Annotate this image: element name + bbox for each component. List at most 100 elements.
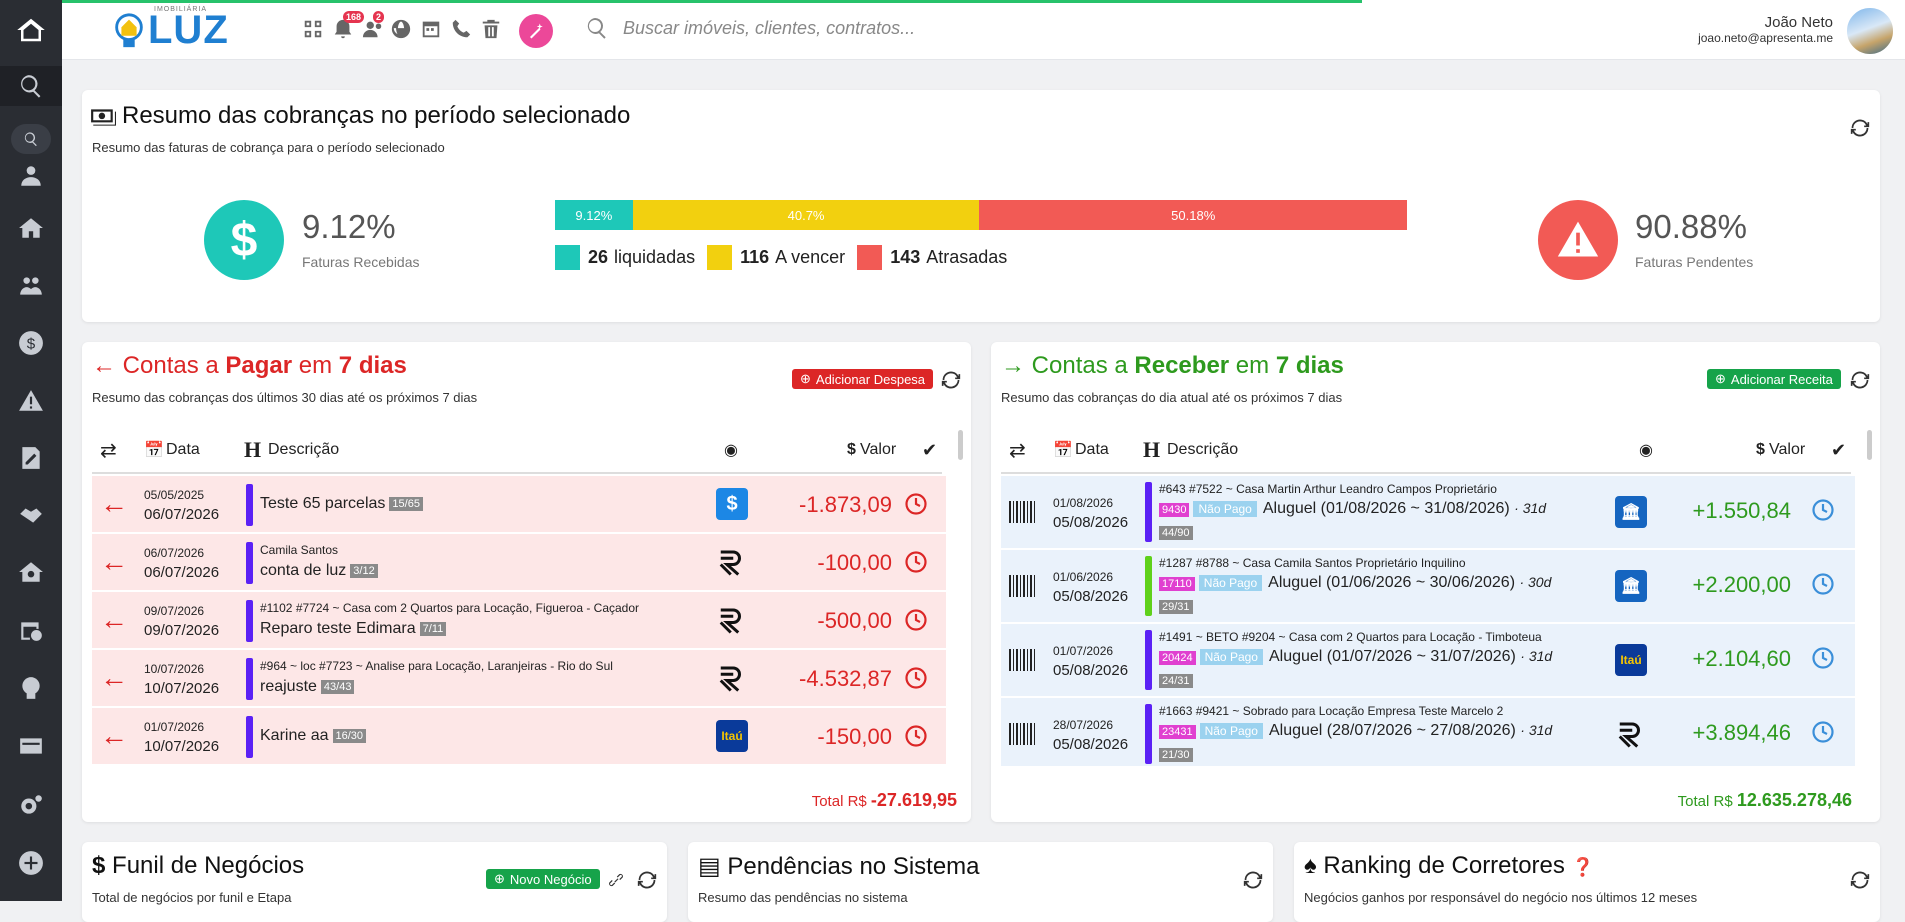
row-color-marker	[1145, 630, 1152, 690]
user-info[interactable]: João Neto joao.neto@apresenta.me	[1698, 14, 1833, 45]
barcode-icon[interactable]	[1009, 501, 1035, 523]
home-cloud-icon[interactable]	[0, 10, 62, 50]
row-meta: #1102 #7724 ~ Casa com 2 Quartos para Lo…	[260, 601, 640, 615]
days-count: · 31d	[1520, 648, 1553, 664]
dollar-sign-icon: $	[847, 441, 856, 458]
swap-icon[interactable]: ⇄	[1009, 438, 1026, 463]
handshake-icon[interactable]	[0, 497, 62, 533]
col-value[interactable]: Valor	[1769, 441, 1805, 459]
avatar[interactable]	[1845, 6, 1895, 56]
code-tag: 23431	[1159, 725, 1196, 739]
table-row[interactable]: ← 01/07/2026 10/07/2026 Karine aa 16/30 Itaú -…	[92, 708, 946, 765]
clock-icon[interactable]	[904, 492, 928, 516]
refresh-icon[interactable]	[1850, 870, 1870, 890]
calendar-clock-icon[interactable]	[0, 612, 62, 648]
payables-title-a: Contas a	[122, 352, 226, 379]
scrollbar[interactable]	[1867, 430, 1872, 460]
col-date[interactable]: Data	[1075, 441, 1109, 459]
table-row[interactable]: 01/06/2026 05/08/2026 #1287 #8788 ~ Casa C…	[1001, 550, 1855, 623]
row-date-due: 06/07/2026	[144, 506, 220, 523]
arrow-left-icon[interactable]: ←	[100, 720, 128, 752]
card-icon[interactable]	[0, 728, 62, 764]
payables-title-d: 7 dias	[338, 352, 407, 379]
grid-icon[interactable]	[300, 16, 326, 42]
house-icon[interactable]	[0, 210, 62, 246]
table-row[interactable]: ← 06/07/2026 06/07/2026 Camila Santos conta …	[92, 534, 946, 591]
search-placeholder[interactable]: Buscar imóveis, clientes, contratos...	[623, 18, 915, 39]
row-value: +3.894,46	[1692, 720, 1791, 745]
check-icon[interactable]: ✔	[1831, 440, 1846, 461]
receivables-total-value: 12.635.278,46	[1736, 790, 1852, 810]
arrow-left-icon[interactable]: ←	[100, 488, 128, 520]
clock-icon[interactable]	[1811, 572, 1835, 596]
dollar-icon[interactable]: $	[0, 325, 62, 361]
clock-icon[interactable]	[1811, 498, 1835, 522]
barcode-icon[interactable]	[1009, 575, 1035, 597]
bell-icon[interactable]: 168	[330, 11, 365, 42]
users-badge: 2	[373, 11, 385, 23]
phone-icon[interactable]	[448, 16, 474, 42]
add-revenue-button[interactable]: ⊕ Adicionar Receita	[1707, 369, 1841, 389]
table-row[interactable]: ← 05/05/2025 06/07/2026 Teste 65 parcelas 15…	[92, 476, 946, 533]
warning-icon	[1538, 200, 1618, 280]
refresh-icon[interactable]	[637, 870, 657, 890]
col-desc[interactable]: Descrição	[268, 441, 339, 459]
calendar-icon[interactable]	[418, 16, 444, 42]
table-row[interactable]: ← 10/07/2026 10/07/2026 #964 ~ loc #7723 ~ …	[92, 650, 946, 707]
support-icon[interactable]	[0, 670, 62, 706]
arrow-left-icon[interactable]: ←	[100, 662, 128, 694]
clock-icon[interactable]	[1811, 646, 1835, 670]
swap-icon[interactable]: ⇄	[100, 438, 117, 463]
table-row[interactable]: 01/08/2026 05/08/2026 #643 #7522 ~ Casa Ma…	[1001, 476, 1855, 549]
globe-icon[interactable]	[388, 16, 414, 42]
col-value[interactable]: Valor	[860, 441, 896, 459]
status-tag: Não Pago	[1199, 649, 1263, 665]
summary-progress-bar: 9.12% 40.7% 50.18%	[555, 200, 1407, 230]
global-search[interactable]: Buscar imóveis, clientes, contratos...	[585, 16, 915, 40]
check-icon[interactable]: ✔	[922, 440, 937, 461]
col-desc[interactable]: Descrição	[1167, 441, 1238, 459]
refresh-icon[interactable]	[1243, 870, 1263, 890]
row-color-marker	[246, 484, 253, 526]
warning-icon[interactable]	[0, 383, 62, 419]
col-date[interactable]: Data	[166, 441, 200, 459]
arrow-left-icon[interactable]: ←	[100, 546, 128, 578]
add-expense-button[interactable]: ⊕ Adicionar Despesa	[792, 369, 934, 389]
barcode-icon[interactable]	[1009, 723, 1035, 745]
users-icon[interactable]: 2	[360, 11, 386, 42]
broker-icon[interactable]	[0, 158, 62, 194]
arrow-left-icon[interactable]: ←	[100, 604, 128, 636]
search-icon[interactable]	[0, 66, 62, 106]
table-row[interactable]: 01/07/2026 05/08/2026 #1491 ~ BETO #9204 ~…	[1001, 624, 1855, 697]
scrollbar[interactable]	[958, 430, 963, 460]
clock-icon[interactable]	[904, 666, 928, 690]
clock-icon[interactable]	[904, 550, 928, 574]
add-icon[interactable]	[0, 845, 62, 881]
receivables-table-header: ⇄ 📅 Data H Descrição ◉ $ Valor ✔	[1001, 428, 1851, 474]
logo[interactable]: IMOBILIÁRIA LUZ	[110, 6, 229, 53]
sidebar-search-button[interactable]	[0, 120, 62, 158]
people-icon[interactable]	[0, 268, 62, 304]
new-deal-button[interactable]: ⊕ Novo Negócio	[486, 869, 600, 889]
refresh-icon[interactable]	[1850, 370, 1870, 390]
barcode-icon[interactable]	[1009, 649, 1035, 671]
row-date-due: 05/08/2026	[1053, 588, 1129, 605]
clock-icon[interactable]	[904, 724, 928, 748]
question-icon[interactable]: ❓	[1572, 857, 1594, 877]
clock-icon[interactable]	[1811, 720, 1835, 744]
refresh-icon[interactable]	[1850, 118, 1870, 138]
contract-icon[interactable]	[0, 440, 62, 476]
trash-icon[interactable]	[478, 16, 504, 42]
house-user-icon[interactable]	[0, 554, 62, 590]
refresh-icon[interactable]	[941, 370, 961, 390]
clock-icon[interactable]	[904, 608, 928, 632]
ranking-subtitle: Negócios ganhos por responsável do negóc…	[1304, 890, 1698, 905]
settings-icon[interactable]	[0, 787, 62, 823]
payables-title-b: Pagar	[225, 352, 293, 379]
magic-icon[interactable]	[519, 14, 553, 48]
installment-tag: 21/30	[1159, 748, 1193, 762]
table-row[interactable]: ← 09/07/2026 09/07/2026 #1102 #7724 ~ Casa …	[92, 592, 946, 649]
table-row[interactable]: 28/07/2026 05/08/2026 #1663 #9421 ~ Sobrad…	[1001, 698, 1855, 766]
link-icon[interactable]	[606, 870, 626, 890]
ranking-card: ♠ Ranking de Corretores ❓ Negócios ganho…	[1294, 842, 1880, 922]
